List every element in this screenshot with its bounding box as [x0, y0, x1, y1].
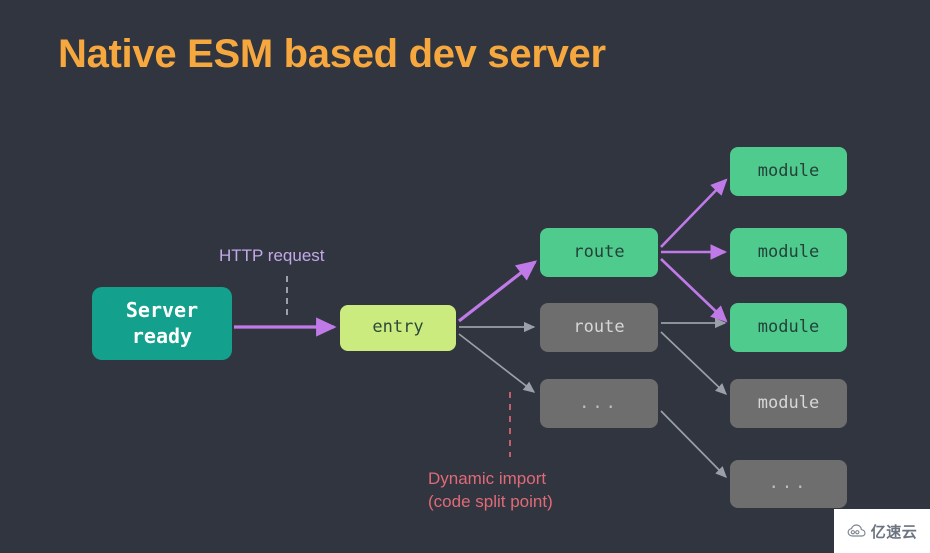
slide-canvas: Native ESM based dev server Server ready… — [0, 0, 930, 553]
node-module-4[interactable]: module — [730, 379, 847, 428]
edge-entry-to-route-active — [458, 260, 538, 323]
dynamic-import-label: Dynamic import (code split point) — [428, 469, 553, 511]
edge-route-to-module-3 — [660, 258, 728, 323]
node-route-active[interactable]: route — [540, 228, 658, 277]
node-route-dots[interactable]: ... — [540, 379, 658, 428]
node-module-3[interactable]: module — [730, 303, 847, 352]
http-request-label: HTTP request — [219, 246, 325, 265]
cloud-icon — [847, 524, 866, 537]
node-route-inactive[interactable]: route — [540, 303, 658, 352]
edge-route-inactive-to-module-4 — [660, 331, 727, 395]
watermark-text: 亿速云 — [870, 522, 918, 541]
node-module-2[interactable]: module — [730, 228, 847, 277]
watermark: 亿速云 — [834, 509, 930, 553]
edge-route-to-module-1 — [660, 178, 728, 248]
page-title: Native ESM based dev server — [58, 32, 606, 76]
edge-entry-to-route-dots — [458, 333, 536, 393]
node-entry[interactable]: entry — [340, 305, 456, 351]
node-server-ready[interactable]: Server ready — [92, 287, 232, 360]
node-module-dots[interactable]: ... — [730, 460, 847, 508]
node-module-1[interactable]: module — [730, 147, 847, 196]
edge-route-dots-to-module-dots — [660, 410, 727, 478]
